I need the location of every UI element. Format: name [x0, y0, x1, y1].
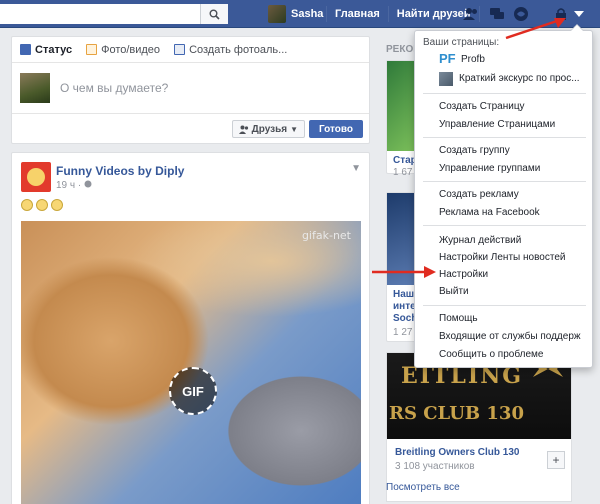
pages-heading: Ваши страницы: [423, 37, 500, 48]
tab-status[interactable]: Статус [20, 44, 72, 56]
friend-requests-icon[interactable] [462, 5, 480, 23]
menu-item-create-page[interactable]: Создать Страницу [439, 101, 525, 112]
group-title-line2: инте [393, 301, 416, 312]
menu-item-advertising[interactable]: Реклама на Facebook [439, 207, 540, 218]
menu-page-item[interactable]: Краткий экскурс по прос... [459, 73, 580, 84]
gif-play-button[interactable]: GIF [169, 367, 217, 415]
page-logo-icon: PF [439, 51, 456, 66]
tab-create-album[interactable]: Создать фотоаль... [174, 44, 287, 56]
smile-emoji-icon [51, 199, 63, 211]
group-title[interactable]: Наш [393, 289, 414, 300]
annotation-arrow-icon [372, 266, 436, 278]
banner-text: RS CLUB 130 [389, 403, 524, 424]
divider [423, 225, 586, 226]
menu-item-manage-groups[interactable]: Управление группами [439, 163, 540, 174]
divider [387, 6, 389, 22]
divider [423, 181, 586, 182]
menu-item-manage-pages[interactable]: Управление Страницами [439, 119, 555, 130]
menu-item-log-out[interactable]: Выйти [439, 286, 469, 297]
page-avatar[interactable] [21, 162, 51, 192]
dropdown-caret [570, 24, 584, 31]
suggested-group-card[interactable]: EITLING RS CLUB 130 Breitling Owners Clu… [386, 352, 572, 502]
post-options-chevron-icon[interactable]: ▼ [351, 163, 361, 174]
composer-tabs: Статус Фото/видео Создать фотоаль... [12, 37, 369, 63]
menu-item-settings[interactable]: Настройки [439, 269, 488, 280]
composer-footer: Друзья ▼ Готово [12, 113, 369, 143]
divider [326, 6, 327, 22]
menu-item-help[interactable]: Помощь [439, 313, 478, 324]
status-composer: Статус Фото/видео Создать фотоаль... О ч… [11, 36, 370, 144]
find-friends-link[interactable]: Найти друзей [397, 8, 471, 20]
search-icon [209, 9, 220, 20]
album-icon [174, 44, 186, 55]
search-input[interactable] [0, 4, 228, 24]
gif-media[interactable]: gifak-net GIF [21, 221, 361, 504]
divider [423, 305, 586, 306]
pencil-icon [20, 44, 31, 55]
search-button[interactable] [200, 4, 228, 24]
menu-page-item[interactable]: Profb [461, 54, 485, 65]
profile-link[interactable]: Sasha [268, 0, 323, 28]
page-thumbnail-icon [439, 72, 453, 86]
group-members: 3 108 участников [395, 461, 475, 472]
smiley-logo-icon [27, 168, 45, 186]
divider [423, 93, 586, 94]
smile-emoji-icon [36, 199, 48, 211]
divider [423, 137, 586, 138]
menu-item-create-group[interactable]: Создать группу [439, 145, 510, 156]
friends-icon [238, 125, 248, 134]
tab-label: Создать фотоаль... [189, 43, 288, 56]
suggested-group-card[interactable]: Стар 1 67 [386, 60, 417, 178]
group-title[interactable]: Breitling Owners Club 130 [395, 447, 519, 458]
feed-post: Funny Videos by Diply 19 ч · ▼ gifak-net… [11, 152, 370, 504]
join-group-button[interactable]: + [547, 451, 565, 469]
post-author[interactable]: Funny Videos by Diply [56, 164, 184, 178]
watermark: gifak-net [301, 229, 351, 242]
tab-photo-video[interactable]: Фото/видео [86, 44, 160, 56]
chevron-down-icon: ▼ [290, 124, 298, 134]
home-link[interactable]: Главная [335, 8, 380, 20]
tab-label: Фото/видео [101, 43, 161, 56]
menu-item-news-feed-settings[interactable]: Настройки Ленты новостей [439, 252, 565, 263]
post-button[interactable]: Готово [309, 120, 363, 138]
menu-item-activity-log[interactable]: Журнал действий [439, 235, 521, 246]
post-text [21, 199, 63, 211]
group-members: 1 27 [393, 327, 413, 338]
smile-emoji-icon [21, 199, 33, 211]
annotation-arrow-icon [505, 18, 566, 40]
group-thumbnail [387, 61, 415, 151]
menu-item-create-ad[interactable]: Создать рекламу [439, 189, 519, 200]
post-timestamp[interactable]: 19 ч · [56, 180, 92, 191]
audience-label: Друзья [251, 123, 288, 135]
see-all-link[interactable]: Посмотреть все [386, 482, 460, 493]
avatar [268, 5, 286, 23]
tab-label: Статус [35, 43, 73, 56]
globe-icon [84, 180, 92, 188]
avatar [20, 73, 50, 103]
menu-item-report-problem[interactable]: Сообщить о проблеме [439, 349, 543, 360]
status-input[interactable]: О чем вы думаете? [60, 81, 168, 95]
audience-selector[interactable]: Друзья ▼ [231, 120, 305, 138]
account-menu-dropdown: Ваши страницы: PF Profb Краткий экскурс … [414, 24, 593, 368]
menu-item-support-inbox[interactable]: Входящие от службы поддерж [439, 331, 581, 342]
photo-icon [86, 44, 98, 55]
account-menu-caret-icon[interactable] [570, 5, 588, 23]
group-members: 1 67 [393, 167, 413, 178]
